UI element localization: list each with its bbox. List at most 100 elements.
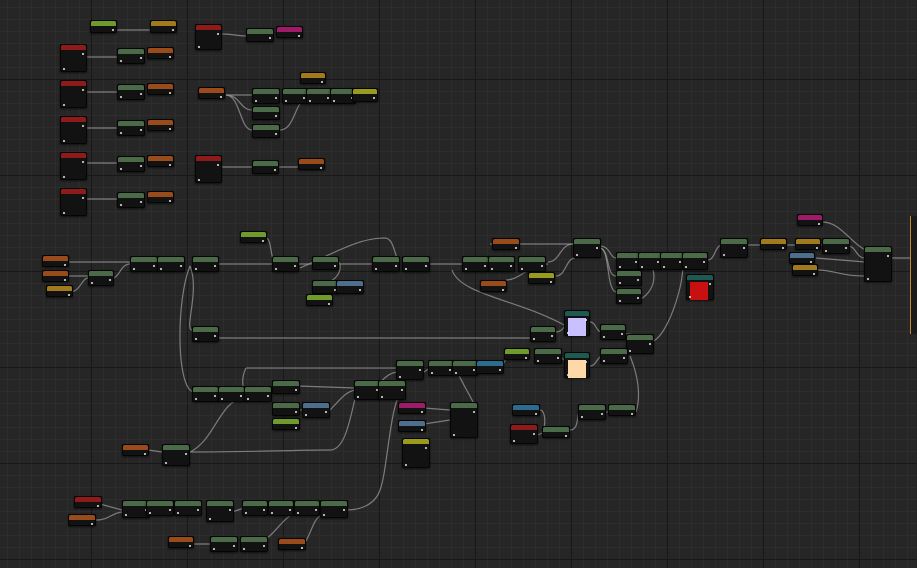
green-expression-node[interactable] <box>218 386 245 402</box>
node-header[interactable] <box>75 497 101 502</box>
output-pin[interactable] <box>818 223 820 225</box>
red-expression-node[interactable] <box>60 44 87 72</box>
output-pin[interactable] <box>425 447 427 449</box>
node-header[interactable] <box>295 501 319 506</box>
output-pin[interactable] <box>82 53 84 55</box>
steel-expression-node[interactable] <box>789 252 815 264</box>
output-pin[interactable] <box>703 261 705 263</box>
output-pin[interactable] <box>637 297 639 299</box>
gold-expression-node[interactable] <box>150 20 177 33</box>
node-header[interactable] <box>798 215 822 220</box>
input-pin[interactable] <box>867 278 869 280</box>
node-header[interactable] <box>47 286 72 291</box>
input-pin[interactable] <box>381 396 383 398</box>
node-header[interactable] <box>148 120 173 125</box>
node-header[interactable] <box>451 403 477 408</box>
node-header[interactable] <box>148 156 173 161</box>
input-pin[interactable] <box>305 414 307 416</box>
output-pin[interactable] <box>679 261 681 263</box>
material-graph-canvas[interactable] <box>0 0 917 568</box>
green-expression-node[interactable] <box>240 536 268 552</box>
orange-expression-node[interactable] <box>492 238 520 250</box>
color-constant-node[interactable] <box>564 352 590 378</box>
input-pin[interactable] <box>405 464 407 466</box>
output-pin[interactable] <box>550 281 552 283</box>
output-pin[interactable] <box>262 240 264 242</box>
input-pin[interactable] <box>63 176 65 178</box>
node-header[interactable] <box>61 189 86 194</box>
input-pin[interactable] <box>63 140 65 142</box>
orange-expression-node[interactable] <box>68 514 96 526</box>
green-expression-node[interactable] <box>192 256 219 272</box>
input-pin[interactable] <box>275 268 277 270</box>
output-pin[interactable] <box>112 29 114 31</box>
input-pin[interactable] <box>603 360 605 362</box>
gold-expression-node[interactable] <box>760 238 787 250</box>
output-pin[interactable] <box>169 56 171 58</box>
green-expression-node[interactable] <box>312 256 339 270</box>
node-header[interactable] <box>247 29 273 34</box>
node-header[interactable] <box>379 381 405 386</box>
green-expression-node[interactable] <box>402 256 430 272</box>
input-pin[interactable] <box>198 46 200 48</box>
input-pin[interactable] <box>63 68 65 70</box>
input-pin[interactable] <box>120 60 122 62</box>
input-pin[interactable] <box>333 100 335 102</box>
input-pin[interactable] <box>663 266 665 268</box>
node-header[interactable] <box>796 239 820 244</box>
input-pin[interactable] <box>581 416 583 418</box>
steel-expression-node[interactable] <box>398 420 426 432</box>
green-expression-node[interactable] <box>488 256 515 272</box>
node-header[interactable] <box>148 84 173 89</box>
output-pin[interactable] <box>449 369 451 371</box>
green-expression-node[interactable] <box>542 426 570 438</box>
output-pin[interactable] <box>557 357 559 359</box>
node-header[interactable] <box>477 361 503 366</box>
node-header[interactable] <box>61 117 86 122</box>
node-header[interactable] <box>301 73 325 78</box>
output-pin[interactable] <box>217 33 219 35</box>
orange-expression-node[interactable] <box>147 119 174 131</box>
node-header[interactable] <box>131 257 157 262</box>
orange-expression-node[interactable] <box>480 280 507 292</box>
node-header[interactable] <box>273 419 299 424</box>
output-pin[interactable] <box>185 453 187 455</box>
node-header[interactable] <box>565 353 589 358</box>
output-pin[interactable] <box>887 255 889 257</box>
node-header[interactable] <box>89 271 113 276</box>
node-header[interactable] <box>253 107 279 112</box>
node-header[interactable] <box>196 156 221 161</box>
output-pin[interactable] <box>421 411 423 413</box>
green-expression-node[interactable] <box>626 334 654 354</box>
output-pin[interactable] <box>421 429 423 431</box>
node-header[interactable] <box>481 281 506 286</box>
output-pin[interactable] <box>596 247 598 249</box>
yellow-expression-node[interactable] <box>528 272 555 284</box>
green-expression-node[interactable] <box>616 270 642 286</box>
orange-expression-node[interactable] <box>147 155 174 167</box>
orange-expression-node[interactable] <box>298 158 325 170</box>
node-header[interactable] <box>511 425 537 430</box>
node-header[interactable] <box>61 153 86 158</box>
output-pin[interactable] <box>140 129 142 131</box>
output-pin[interactable] <box>525 357 527 359</box>
input-pin[interactable] <box>63 104 65 106</box>
output-pin[interactable] <box>197 509 199 511</box>
node-header[interactable] <box>601 349 627 354</box>
output-pin[interactable] <box>68 294 70 296</box>
green-expression-node[interactable] <box>354 380 381 400</box>
green-expression-node[interactable] <box>312 280 339 294</box>
yellow-expression-node[interactable] <box>402 438 430 468</box>
green-expression-node[interactable] <box>117 192 145 208</box>
red-expression-node[interactable] <box>60 188 87 216</box>
output-pin[interactable] <box>109 279 111 281</box>
output-pin[interactable] <box>320 167 322 169</box>
output-pin[interactable] <box>810 261 812 263</box>
node-header[interactable] <box>243 501 267 506</box>
green-expression-node[interactable] <box>206 500 234 522</box>
orange-expression-node[interactable] <box>147 47 174 59</box>
node-header[interactable] <box>118 49 144 54</box>
orange-expression-node[interactable] <box>147 191 174 203</box>
output-pin[interactable] <box>140 93 142 95</box>
output-pin[interactable] <box>419 369 421 371</box>
